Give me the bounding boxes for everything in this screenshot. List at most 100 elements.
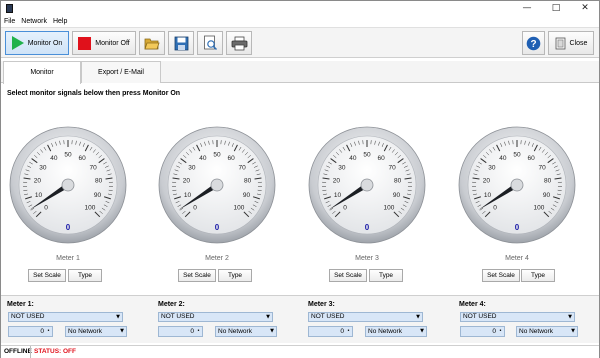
gauge-tick-label: 40 [499, 155, 507, 162]
meter-2-network-select[interactable]: No Network ▼ [215, 326, 277, 337]
gauge-tick-label: 30 [188, 164, 196, 171]
menu-network[interactable]: Network [18, 16, 50, 27]
close-label: Close [569, 39, 588, 47]
print-preview-button[interactable] [197, 31, 223, 55]
app-window: — □ ✕ File Network Help Monitor On Monit… [0, 0, 600, 358]
tab-monitor[interactable]: Monitor [3, 61, 81, 84]
gauge-tick-label: 60 [527, 155, 535, 162]
dropdown-arrow-icon: ▼ [568, 314, 572, 320]
meter-4-set-scale-button[interactable]: Set Scale [482, 269, 520, 282]
meter-3-label: Meter 3 [355, 255, 379, 262]
meter-1-type-button[interactable]: Type [68, 269, 102, 282]
stepper-icon: • [347, 328, 350, 334]
meter-2-type-button[interactable]: Type [218, 269, 252, 282]
meter-1-signal-select[interactable]: NOT USED ▼ [8, 312, 123, 322]
stepper-icon: • [499, 328, 502, 334]
menu-help[interactable]: Help [50, 16, 70, 27]
gauge-tick-label: 100 [383, 204, 394, 211]
dropdown-arrow-icon: ▼ [571, 328, 575, 334]
print-button[interactable] [226, 31, 252, 55]
gauge-value-readout: 0 [66, 223, 71, 232]
meter-2-offset-field[interactable]: 0 • [158, 326, 203, 337]
status-text: STATUS: OFF [34, 348, 77, 355]
gauge-tick-label: 90 [243, 192, 251, 199]
gauge-tick-label: 70 [538, 164, 546, 171]
menu-file[interactable]: File [1, 16, 18, 27]
meter-1-network-select[interactable]: No Network ▼ [65, 326, 127, 337]
gauge-tick-label: 30 [338, 164, 346, 171]
meter-2-signal-select[interactable]: NOT USED ▼ [158, 312, 273, 322]
gauge-tick-label: 80 [544, 178, 552, 185]
gauge-tick-label: 10 [334, 192, 342, 199]
meter-3-title: Meter 3: [308, 301, 335, 308]
gauge-tick-label: 40 [199, 155, 207, 162]
gauge-tick-label: 50 [64, 152, 72, 159]
gauge-tick-label: 60 [377, 155, 385, 162]
meter-4-offset-value: 0 [492, 328, 496, 335]
monitor-on-label: Monitor On [27, 39, 63, 47]
minimize-button[interactable]: — [513, 1, 541, 16]
meter-3-signal-select[interactable]: NOT USED ▼ [308, 312, 423, 322]
meter-1-offset-field[interactable]: 0 • [8, 326, 53, 337]
gauge-dial: 010203040 50 607080901000 [458, 126, 576, 244]
gauge-dial: 010203040 50 607080901000 [158, 126, 276, 244]
meter-3-type-button[interactable]: Type [369, 269, 403, 282]
meter-3-offset-field[interactable]: 0 • [308, 326, 353, 337]
stop-icon [78, 36, 92, 50]
gauge-tick-label: 20 [183, 178, 191, 185]
gauge-tick-label: 50 [513, 152, 521, 159]
gauge-tick-label: 50 [363, 152, 371, 159]
monitor-off-label: Monitor Off [95, 39, 130, 47]
meter-4-network-select[interactable]: No Network ▼ [516, 326, 578, 337]
gauge-tick-label: 50 [213, 152, 221, 159]
meter-3-set-scale-button[interactable]: Set Scale [329, 269, 367, 282]
meter-1-label: Meter 1 [56, 255, 80, 262]
meter-3-signal-value: NOT USED [311, 313, 345, 320]
gauge-tick-label: 0 [193, 204, 197, 211]
gauge-tick-label: 20 [333, 178, 341, 185]
meter-4-type-button[interactable]: Type [521, 269, 555, 282]
toolbar: Monitor On Monitor Off ? Close [1, 27, 599, 58]
gauge-tick-label: 90 [543, 192, 551, 199]
open-folder-button[interactable] [139, 31, 165, 55]
gauge-tick-label: 80 [95, 178, 103, 185]
meter-1-signal-value: NOT USED [11, 313, 45, 320]
gauge-dial: 010203040 50 607080901000 [9, 126, 127, 244]
svg-text:?: ? [530, 39, 536, 50]
meter-4-label: Meter 4 [505, 255, 529, 262]
window-close-button[interactable]: ✕ [571, 1, 599, 16]
tab-export-email[interactable]: Export / E-Mail [81, 61, 161, 83]
gauge-tick-label: 90 [393, 192, 401, 199]
help-button[interactable]: ? [522, 31, 545, 55]
offline-indicator: OFFLINE [4, 348, 32, 355]
gauge-tick-label: 10 [184, 192, 192, 199]
gauge-tick-label: 90 [94, 192, 102, 199]
gauge-tick-label: 10 [35, 192, 43, 199]
monitor-off-button[interactable]: Monitor Off [72, 31, 136, 55]
monitor-on-button[interactable]: Monitor On [5, 31, 69, 55]
gauge-tick-label: 0 [343, 204, 347, 211]
meter-4-signal-select[interactable]: NOT USED ▼ [460, 312, 575, 322]
door-exit-icon [555, 37, 565, 49]
maximize-button[interactable]: □ [542, 1, 570, 16]
dropdown-arrow-icon: ▼ [420, 328, 424, 334]
save-button[interactable] [168, 31, 194, 55]
meter-4-offset-field[interactable]: 0 • [460, 326, 505, 337]
gauge-meter-1: 0 10 20 30 40 50 60 70 80 90 100 0 [8, 125, 128, 245]
meter-1-set-scale-button[interactable]: Set Scale [28, 269, 66, 282]
instruction-text: Select monitor signals below then press … [7, 90, 181, 97]
gauge-hub [360, 178, 374, 192]
print-preview-icon [203, 35, 217, 51]
gauge-tick-label: 60 [227, 155, 235, 162]
meter-2-set-scale-button[interactable]: Set Scale [178, 269, 216, 282]
meter-3-network-select[interactable]: No Network ▼ [365, 326, 427, 337]
meter-2-label: Meter 2 [205, 255, 229, 262]
meter-1-title: Meter 1: [7, 301, 34, 308]
gauge-tick-label: 20 [483, 178, 491, 185]
dropdown-arrow-icon: ▼ [266, 314, 270, 320]
status-bar: OFFLINE STATUS: OFF [1, 345, 599, 358]
gauge-tick-label: 10 [484, 192, 492, 199]
meter-1-network-value: No Network [68, 328, 102, 335]
close-button[interactable]: Close [548, 31, 594, 55]
stepper-icon: • [197, 328, 200, 334]
